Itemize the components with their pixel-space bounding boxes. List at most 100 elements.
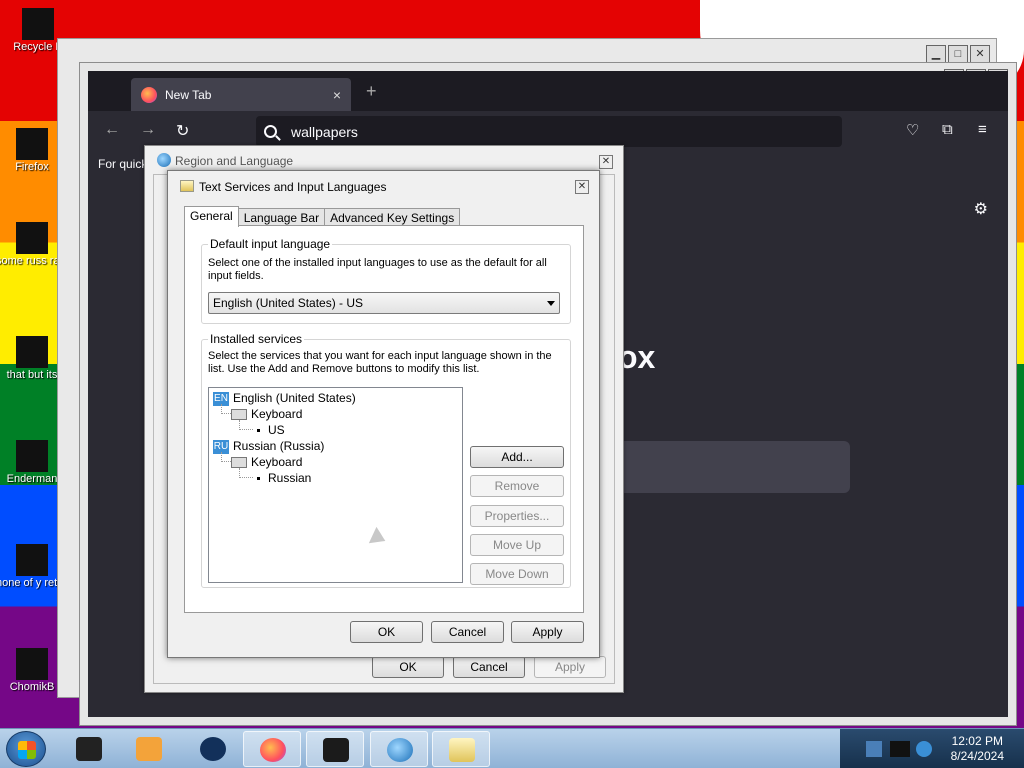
title-bar: Text Services and Input Languages [168,171,599,201]
file-icon [16,544,48,576]
firefox-icon [260,738,286,762]
move-up-button[interactable]: Move Up [470,534,564,556]
group-label: Installed services [208,332,305,346]
tree-item-layout[interactable]: Russian [257,470,311,486]
reload-icon[interactable]: ↻ [176,121,189,141]
maximize-button[interactable]: □ [948,45,968,63]
minimize-button[interactable]: ▁ [926,45,946,63]
group-label: Default input language [208,237,333,251]
taskbar: 12:02 PM 8/24/2024 [0,728,1024,768]
tab-general[interactable]: General [184,206,239,227]
tree-item-label: Keyboard [251,407,303,421]
globe-icon [387,738,413,762]
tray-app-icon[interactable] [890,741,910,757]
group-description: Select one of the installed input langua… [208,257,547,282]
services-tree[interactable]: EN English (United States) Keyboard US RU… [208,387,463,583]
keyboard-icon [231,409,247,421]
network-icon[interactable] [916,741,932,757]
tree-item-language[interactable]: RU Russian (Russia) [213,438,324,454]
new-tab-plus-icon[interactable]: + [366,81,377,102]
tree-item-group[interactable]: Keyboard [231,406,302,422]
dropdown-value: English (United States) - US [213,296,364,310]
forward-arrow-icon[interactable]: → [140,121,156,139]
apply-button[interactable]: Apply [534,656,606,678]
installed-services-group: Installed services Select the services t… [201,332,571,588]
file-icon [16,336,48,368]
pocket-icon[interactable]: ♡ [906,121,919,139]
tree-connector [221,461,231,462]
start-button[interactable] [6,731,46,767]
tree-item-label: English (United States) [233,391,356,405]
cancel-button[interactable]: Cancel [431,621,504,643]
keyboard-icon [180,180,194,192]
app-icon [76,737,102,761]
extensions-icon[interactable]: ⧉ [942,121,953,138]
default-language-dropdown[interactable]: English (United States) - US [208,292,560,314]
bullet-icon [257,477,260,481]
cancel-button[interactable]: Cancel [453,656,525,678]
globe-icon [157,153,171,167]
app-icon [16,648,48,680]
media-player-icon [136,737,162,761]
text-services-dialog[interactable]: Text Services and Input Languages ✕ Gene… [167,170,600,658]
app-icon [16,440,48,472]
apply-button[interactable]: Apply [511,621,584,643]
window-controls: ▁ □ ✕ [926,45,990,63]
bookmarks-text: For quick [98,157,148,171]
tree-item-label: Russian (Russia) [233,439,325,453]
tab-bar: General Language Bar Advanced Key Settin… [184,206,461,227]
keyboard-icon [231,457,247,469]
keyboard-icon [449,738,475,762]
tree-item-layout[interactable]: US [257,422,285,438]
taskbar-text-services[interactable] [432,731,490,767]
close-button[interactable]: ✕ [970,45,990,63]
move-down-button[interactable]: Move Down [470,563,564,585]
close-tab-icon[interactable]: × [333,87,341,103]
clock-date: 8/24/2024 [950,749,1004,763]
gear-icon[interactable]: ⚙ [974,199,988,219]
close-button[interactable]: ✕ [599,155,613,169]
dialog-title: Text Services and Input Languages [199,180,387,194]
url-bar[interactable]: wallpapers [256,116,842,147]
clock-time: 12:02 PM [951,734,1003,748]
dialog-title: Region and Language [175,154,294,168]
menu-icon[interactable]: ≡ [978,121,987,138]
windows-logo-icon [18,741,36,759]
clock[interactable]: 12:02 PM 8/24/2024 [951,734,1004,764]
tree-item-language[interactable]: EN English (United States) [213,390,356,406]
remove-button[interactable]: Remove [470,475,564,497]
general-tab-panel: Default input language Select one of the… [184,225,584,613]
tab-new-tab[interactable]: New Tab × [131,78,351,111]
ok-button[interactable]: OK [372,656,444,678]
tree-item-label: Russian [268,471,312,485]
taskbar-app[interactable] [60,731,118,767]
tree-connector [221,413,231,414]
tree-item-label: Keyboard [251,455,303,469]
taskbar-app[interactable] [184,731,242,767]
taskbar-app[interactable] [306,731,364,767]
recycle-bin-icon [22,8,54,40]
system-tray: 12:02 PM 8/24/2024 [840,729,1024,768]
tree-connector [239,477,253,478]
window-icon [323,738,349,762]
file-icon [16,222,48,254]
firefox-icon [16,128,48,160]
close-button[interactable]: ✕ [575,180,589,194]
tray-app-icon[interactable] [866,741,882,757]
default-input-language-group: Default input language Select one of the… [201,237,571,324]
chevron-down-icon [547,301,555,306]
tree-item-label: US [268,423,285,437]
taskbar-firefox[interactable] [243,731,301,767]
bullet-icon [257,429,260,433]
properties-button[interactable]: Properties... [470,505,564,527]
add-button[interactable]: Add... [470,446,564,468]
taskbar-region-language[interactable] [370,731,428,767]
taskbar-app[interactable] [120,731,178,767]
tab-strip: New Tab × + [88,71,1008,111]
ok-button[interactable]: OK [350,621,423,643]
back-arrow-icon[interactable]: ← [104,121,120,139]
group-description: Select the services that you want for ea… [208,350,552,375]
tab-title: New Tab [165,87,212,102]
url-value: wallpapers [291,123,358,140]
tree-item-group[interactable]: Keyboard [231,454,302,470]
